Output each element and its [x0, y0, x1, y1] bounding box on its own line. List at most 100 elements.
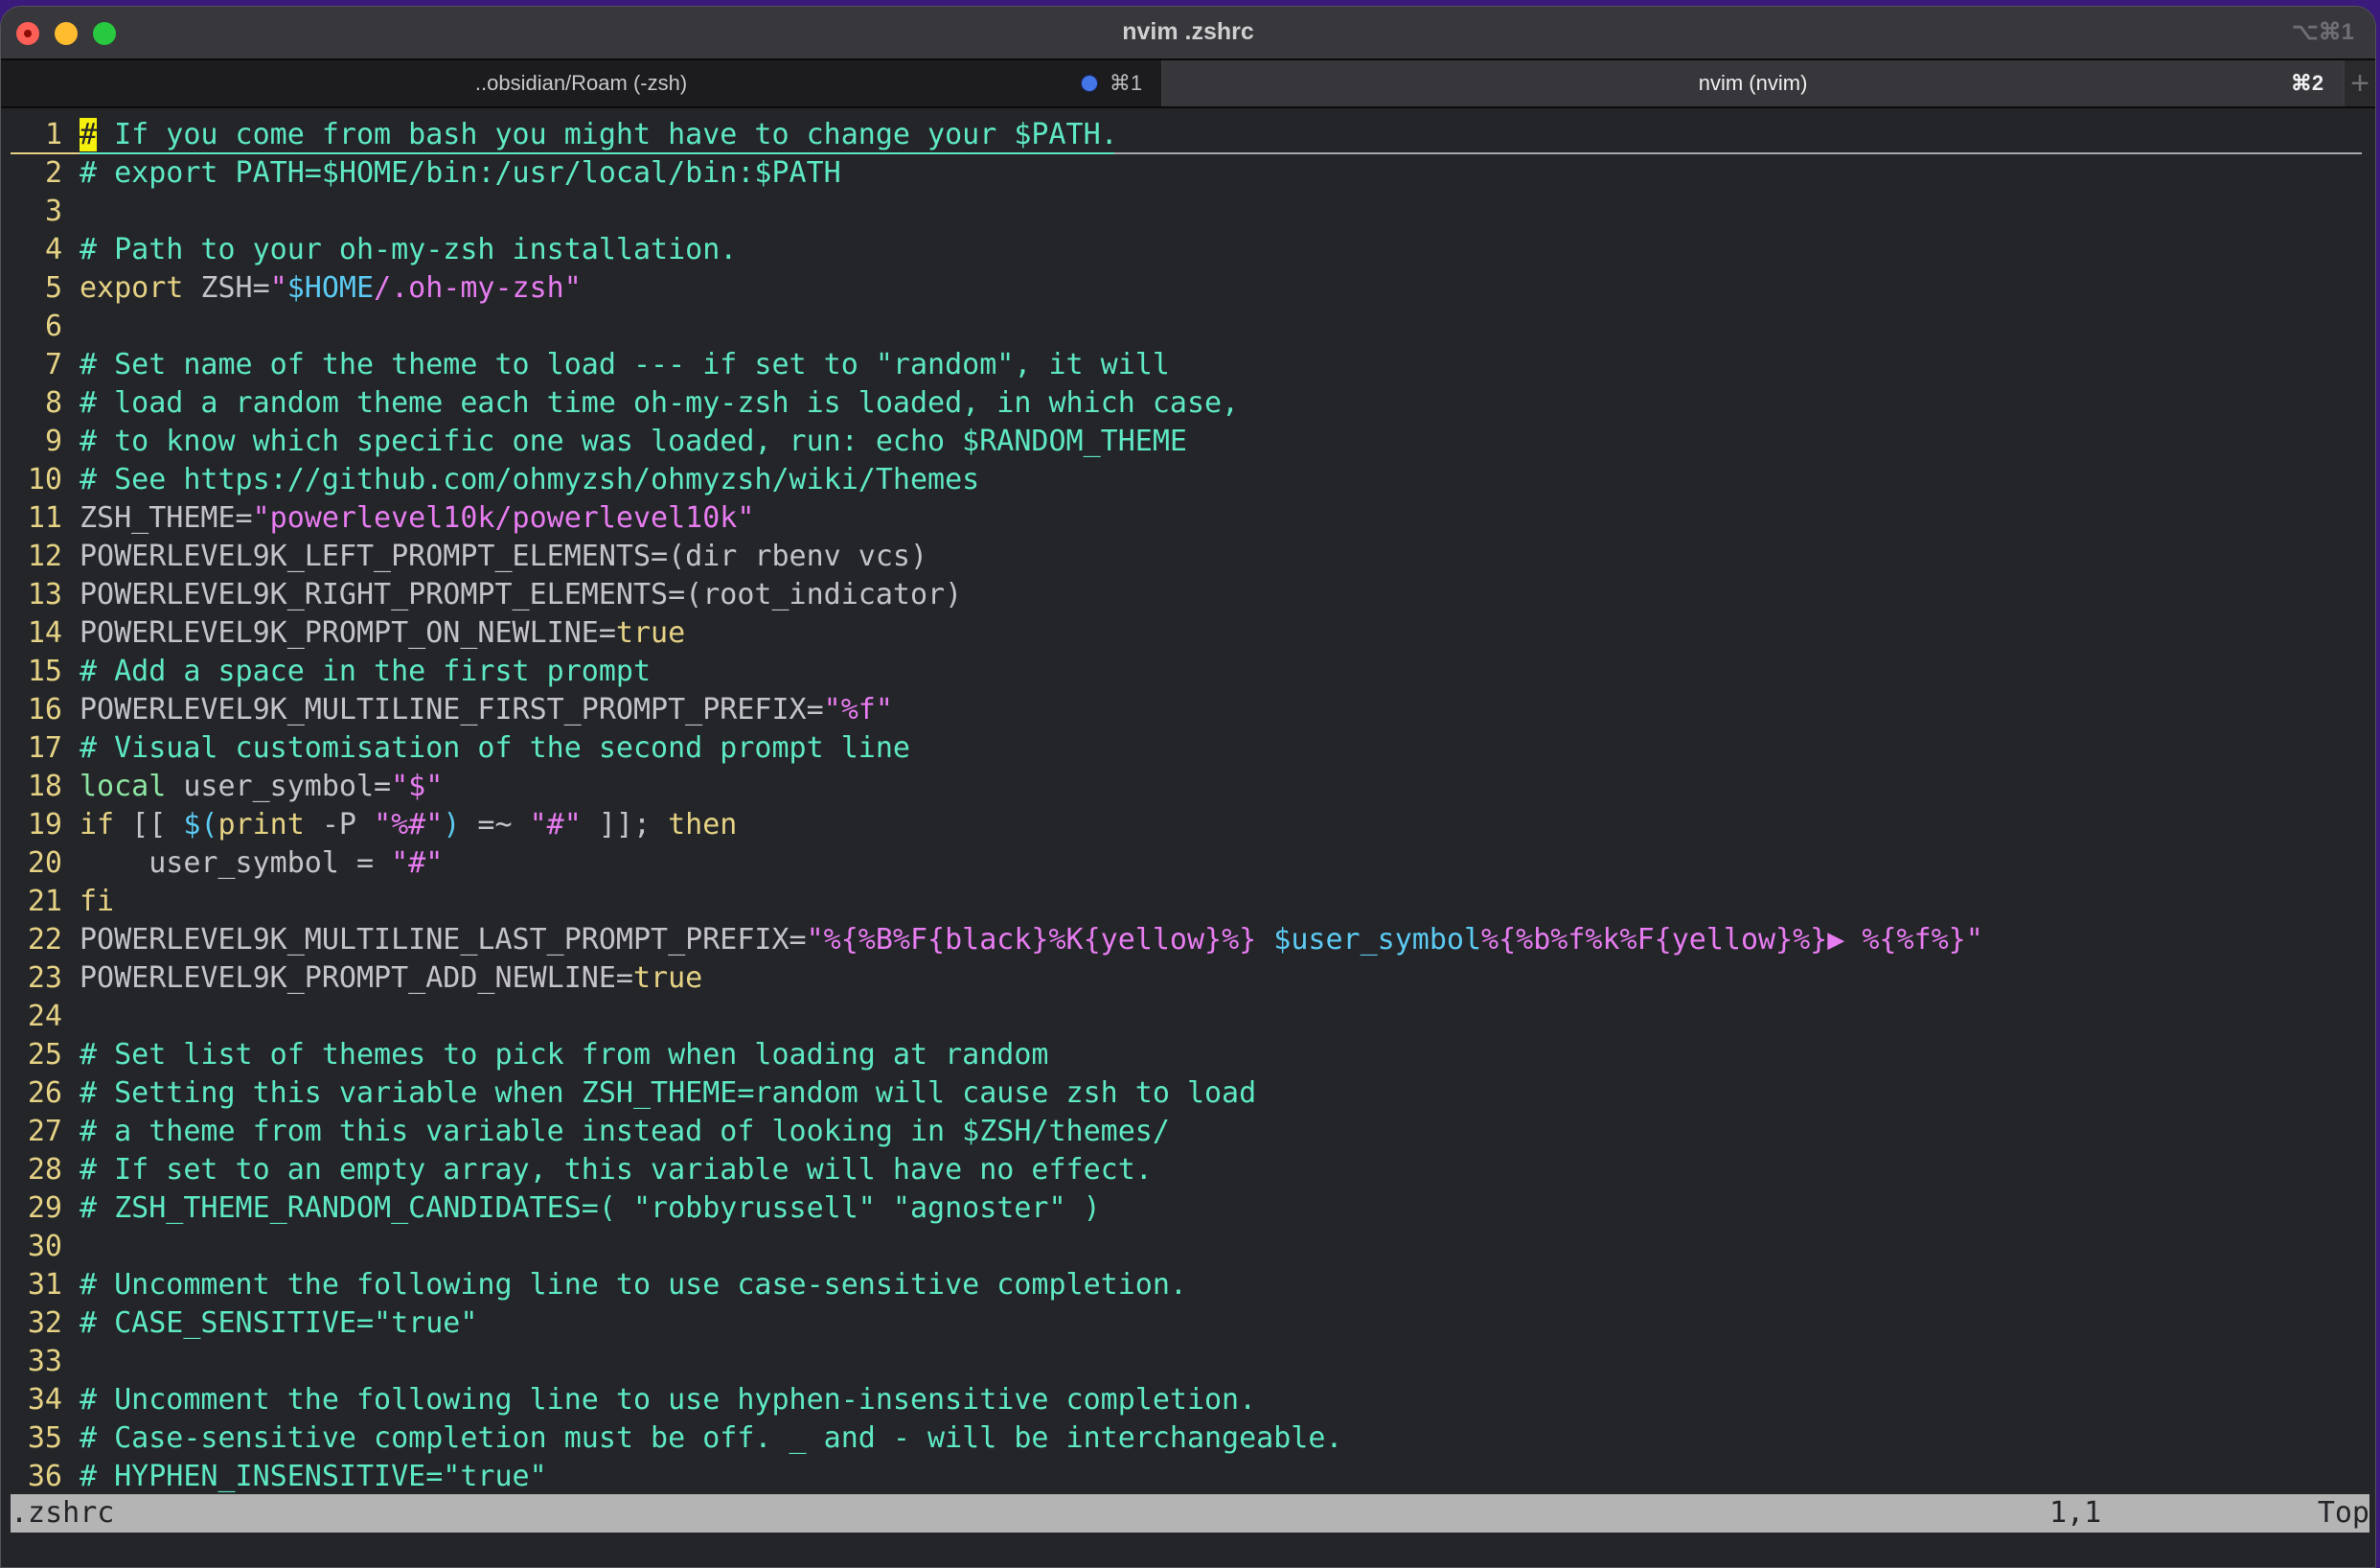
token: "%#": [374, 808, 444, 842]
line-text: fi: [80, 883, 114, 921]
code-line[interactable]: 31 # Uncomment the following line to use …: [1, 1266, 2375, 1304]
token: then: [668, 808, 738, 842]
token: "$": [391, 770, 444, 803]
editor-buffer[interactable]: 1 # If you come from bash you might have …: [1, 108, 2375, 1494]
code-line[interactable]: 16 POWERLEVEL9K_MULTILINE_FIRST_PROMPT_PR…: [1, 691, 2375, 729]
line-text: # export PATH=$HOME/bin:/usr/local/bin:$…: [80, 154, 841, 193]
line-number: 7: [44, 348, 62, 381]
code-line[interactable]: 28 # If set to an empty array, this varia…: [1, 1151, 2375, 1189]
code-line[interactable]: 3: [1, 193, 2375, 231]
code-line[interactable]: 17 # Visual customisation of the second p…: [1, 729, 2375, 768]
line-text: # HYPHEN_INSENSITIVE="true": [80, 1458, 547, 1496]
line-number: 34: [27, 1383, 62, 1417]
line-text: # Add a space in the first prompt: [80, 653, 651, 691]
code-line[interactable]: 11 ZSH_THEME="powerlevel10k/powerlevel10k…: [1, 499, 2375, 538]
line-text: # a theme from this variable instead of …: [80, 1113, 1170, 1151]
token: user_symbol =: [80, 846, 392, 880]
token: # If set to an empty array, this variabl…: [80, 1153, 1153, 1187]
line-text: POWERLEVEL9K_PROMPT_ON_NEWLINE=true: [80, 614, 685, 653]
code-line[interactable]: 4 # Path to your oh-my-zsh installation.: [1, 231, 2375, 269]
code-line[interactable]: 23 POWERLEVEL9K_PROMPT_ADD_NEWLINE=true: [1, 959, 2375, 998]
code-line[interactable]: 9 # to know which specific one was loaded…: [1, 423, 2375, 461]
line-number: 32: [27, 1306, 62, 1340]
code-line[interactable]: 26 # Setting this variable when ZSH_THEME…: [1, 1074, 2375, 1113]
line-text: # Set name of the theme to load --- if s…: [80, 346, 1170, 384]
code-line[interactable]: 34 # Uncomment the following line to use …: [1, 1381, 2375, 1419]
code-line[interactable]: 29 # ZSH_THEME_RANDOM_CANDIDATES=( "robby…: [1, 1189, 2375, 1228]
window-title: nvim .zshrc: [1122, 18, 1254, 45]
code-line[interactable]: 12 POWERLEVEL9K_LEFT_PROMPT_ELEMENTS=(dir…: [1, 538, 2375, 576]
line-text: # Setting this variable when ZSH_THEME=r…: [80, 1074, 1256, 1113]
token: "powerlevel10k/powerlevel10k": [252, 501, 755, 535]
line-text: POWERLEVEL9K_LEFT_PROMPT_ELEMENTS=(dir r…: [80, 538, 927, 576]
token: /.oh-my-zsh": [374, 271, 582, 305]
code-line[interactable]: 13 POWERLEVEL9K_RIGHT_PROMPT_ELEMENTS=(ro…: [1, 576, 2375, 614]
tab-shortcut: ⌘1: [1080, 71, 1142, 96]
code-line[interactable]: 30: [1, 1228, 2375, 1266]
plus-icon: +: [2350, 65, 2369, 102]
line-number: 4: [44, 233, 62, 266]
token: local: [80, 770, 167, 803]
code-line[interactable]: 24: [1, 998, 2375, 1036]
tab-obsidian-roam[interactable]: ..obsidian/Roam (-zsh) ⌘1: [1, 60, 1164, 106]
line-text: # Set list of themes to pick from when l…: [80, 1036, 1048, 1074]
line-number: 22: [27, 923, 62, 957]
activity-dot-icon: [1080, 75, 1098, 92]
token: %{%b%f%k%F{yellow}%}: [1481, 923, 1828, 957]
line-number: 9: [44, 425, 62, 458]
code-line[interactable]: 10 # See https://github.com/ohmyzsh/ohmyz…: [1, 461, 2375, 499]
cursorline-underline: [11, 152, 80, 154]
token: ▶: [1827, 923, 1845, 957]
token: # CASE_SENSITIVE="true": [80, 1306, 478, 1340]
code-line[interactable]: 6: [1, 308, 2375, 346]
code-line[interactable]: 33: [1, 1343, 2375, 1381]
token: ): [443, 808, 461, 842]
code-line[interactable]: 21 fi: [1, 883, 2375, 921]
tab-label: nvim (nvim): [1698, 71, 1808, 95]
code-line[interactable]: 18 local user_symbol="$": [1, 768, 2375, 806]
token: POWERLEVEL9K_PROMPT_ON_NEWLINE=: [80, 616, 616, 650]
code-line[interactable]: 15 # Add a space in the first prompt: [1, 653, 2375, 691]
new-tab-button[interactable]: +: [2343, 60, 2375, 106]
token: # Setting this variable when ZSH_THEME=r…: [80, 1076, 1257, 1110]
code-line[interactable]: 32 # CASE_SENSITIVE="true": [1, 1304, 2375, 1343]
line-text: # Uncomment the following line to use ca…: [80, 1266, 1187, 1304]
line-number: 30: [27, 1230, 62, 1263]
token: # export PATH=$HOME/bin:/usr/local/bin:$…: [80, 156, 841, 190]
code-line[interactable]: 5 export ZSH="$HOME/.oh-my-zsh": [1, 269, 2375, 308]
tab-nvim[interactable]: nvim (nvim) ⌘2: [1163, 60, 2344, 106]
title-bar: nvim .zshrc ⌥⌘1: [1, 7, 2375, 58]
token: "%{%B%F{black}%K{yellow}%}: [806, 923, 1274, 957]
code-line[interactable]: 8 # load a random theme each time oh-my-z…: [1, 384, 2375, 423]
line-number: 5: [44, 271, 62, 305]
code-line[interactable]: 36 # HYPHEN_INSENSITIVE="true": [1, 1458, 2375, 1496]
code-line[interactable]: 19 if [[ $(print -P "%#") =~ "#" ]]; then: [1, 806, 2375, 844]
line-text: # Case-sensitive completion must be off.…: [80, 1419, 1343, 1458]
code-line[interactable]: 14 POWERLEVEL9K_PROMPT_ON_NEWLINE=true: [1, 614, 2375, 653]
line-number: 24: [27, 1000, 62, 1033]
status-line: .zshrc 1,1 Top: [11, 1494, 2369, 1533]
token: # Set list of themes to pick from when l…: [80, 1038, 1049, 1072]
code-line[interactable]: 25 # Set list of themes to pick from when…: [1, 1036, 2375, 1074]
line-number: 15: [27, 655, 62, 688]
status-filename: .zshrc: [11, 1496, 115, 1530]
line-text: local user_symbol="$": [80, 768, 443, 806]
code-line[interactable]: 22 POWERLEVEL9K_MULTILINE_LAST_PROMPT_PRE…: [1, 921, 2375, 959]
code-line[interactable]: 7 # Set name of the theme to load --- if …: [1, 346, 2375, 384]
token: ": [269, 271, 287, 305]
token: $(: [183, 808, 218, 842]
line-number: 25: [27, 1038, 62, 1072]
code-line[interactable]: 1 # If you come from bash you might have …: [1, 116, 2375, 154]
line-number: 11: [27, 501, 62, 535]
line-text: # See https://github.com/ohmyzsh/ohmyzsh…: [80, 461, 979, 499]
token: # Case-sensitive completion must be off.…: [80, 1421, 1343, 1455]
code-line[interactable]: 35 # Case-sensitive completion must be of…: [1, 1419, 2375, 1458]
token: POWERLEVEL9K_PROMPT_ADD_NEWLINE=: [80, 961, 633, 995]
line-number: 26: [27, 1076, 62, 1110]
line-text: ZSH_THEME="powerlevel10k/powerlevel10k": [80, 499, 754, 538]
token: # Uncomment the following line to use ca…: [80, 1268, 1187, 1302]
code-line[interactable]: 20 user_symbol = "#": [1, 844, 2375, 883]
token: ZSH=: [183, 271, 270, 305]
code-line[interactable]: 2 # export PATH=$HOME/bin:/usr/local/bin:…: [1, 154, 2375, 193]
code-line[interactable]: 27 # a theme from this variable instead o…: [1, 1113, 2375, 1151]
